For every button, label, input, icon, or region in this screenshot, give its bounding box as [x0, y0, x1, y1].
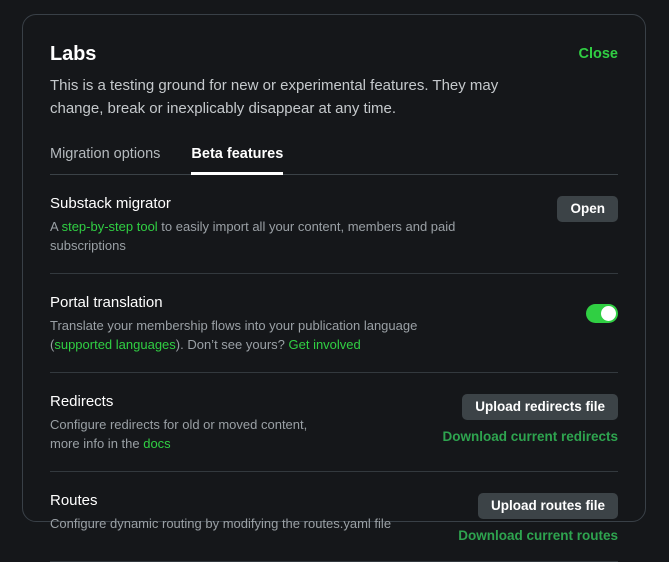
- download-current-routes-link[interactable]: Download current routes: [458, 528, 618, 543]
- feature-row-substack-migrator: Substack migrator A step-by-step tool to…: [50, 175, 618, 274]
- feature-row-redirects: Redirects Configure redirects for old or…: [50, 373, 618, 472]
- feature-action: [586, 293, 618, 323]
- modal-content: Labs Close This is a testing ground for …: [50, 41, 618, 562]
- portal-translation-toggle[interactable]: [586, 304, 618, 323]
- feature-row-portal-translation: Portal translation Translate your member…: [50, 274, 618, 373]
- tab-beta-features[interactable]: Beta features: [191, 145, 283, 175]
- labs-modal: Labs Close This is a testing ground for …: [22, 14, 646, 562]
- feature-title: Portal translation: [50, 294, 163, 311]
- desc-text-mid: ). Don’t see yours?: [175, 336, 289, 352]
- feature-action: Upload routes file Download current rout…: [458, 491, 618, 543]
- feature-title: Substack migrator: [50, 195, 171, 212]
- feature-action: Upload redirects file Download current r…: [442, 392, 618, 444]
- supported-languages-link[interactable]: supported languages: [54, 337, 175, 352]
- step-by-step-tool-link[interactable]: step-by-step tool: [62, 219, 158, 234]
- docs-link[interactable]: docs: [143, 436, 170, 451]
- feature-title: Routes: [50, 492, 98, 509]
- modal-header: Labs Close: [50, 41, 618, 67]
- tab-bar: Migration options Beta features: [50, 145, 618, 175]
- feature-description: Configure redirects for old or moved con…: [50, 416, 320, 453]
- page-title: Labs: [50, 43, 97, 65]
- feature-description: Translate your membership flows into you…: [50, 317, 480, 354]
- tab-migration-options[interactable]: Migration options: [50, 145, 160, 174]
- close-button[interactable]: Close: [579, 43, 619, 65]
- upload-redirects-file-button[interactable]: Upload redirects file: [462, 394, 618, 420]
- modal-subtitle: This is a testing ground for new or expe…: [50, 77, 499, 117]
- feature-description: Configure dynamic routing by modifying t…: [50, 516, 392, 531]
- open-button[interactable]: Open: [557, 196, 618, 222]
- desc-text-pre: A: [50, 219, 62, 234]
- feature-text: Routes Configure dynamic routing by modi…: [50, 491, 391, 534]
- get-involved-link[interactable]: Get involved: [289, 337, 361, 352]
- feature-row-routes: Routes Configure dynamic routing by modi…: [50, 472, 618, 562]
- feature-text: Redirects Configure redirects for old or…: [50, 392, 320, 453]
- feature-action: Open: [557, 194, 618, 222]
- feature-text: Portal translation Translate your member…: [50, 293, 480, 354]
- feature-title: Redirects: [50, 393, 114, 410]
- feature-description: A step-by-step tool to easily import all…: [50, 218, 480, 255]
- download-current-redirects-link[interactable]: Download current redirects: [442, 429, 618, 444]
- feature-text: Substack migrator A step-by-step tool to…: [50, 194, 480, 255]
- toggle-knob: [601, 306, 616, 321]
- upload-routes-file-button[interactable]: Upload routes file: [477, 493, 618, 519]
- desc-text-pre: Configure redirects for old or moved con…: [50, 417, 308, 451]
